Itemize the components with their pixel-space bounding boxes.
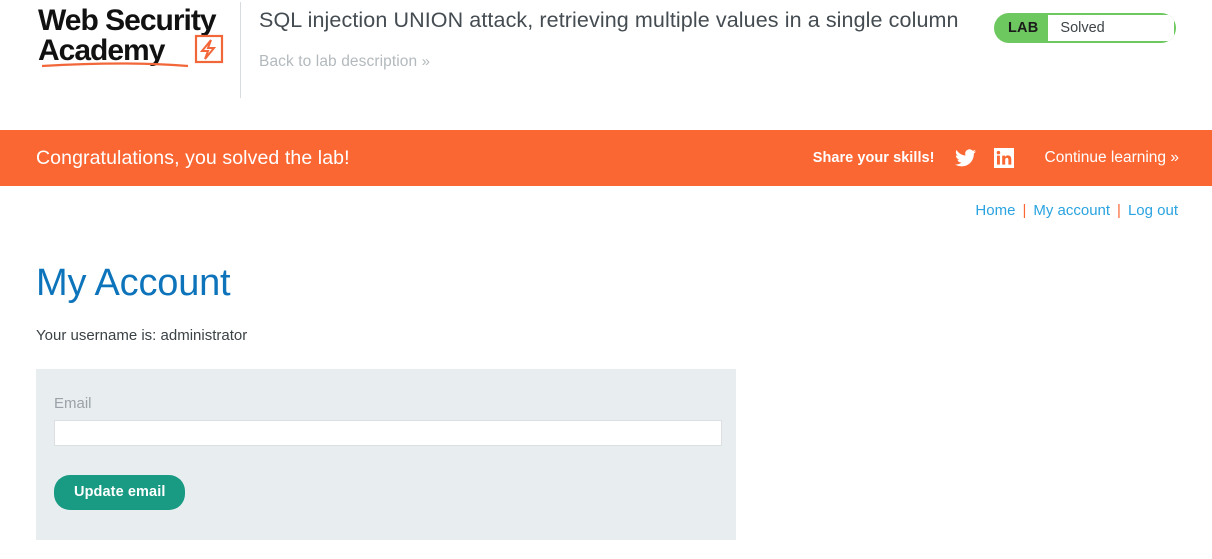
lab-tag-label: LAB bbox=[1008, 20, 1039, 36]
banner-message: Congratulations, you solved the lab! bbox=[36, 146, 350, 169]
logo-svg: Web Security Academy bbox=[38, 4, 224, 68]
back-to-lab-description-link[interactable]: Back to lab description » bbox=[259, 53, 430, 71]
update-email-form: Email Update email bbox=[36, 369, 736, 540]
share-your-skills-label: Share your skills! bbox=[812, 150, 935, 166]
banner-actions: Share your skills! Continue learning » bbox=[812, 147, 1179, 169]
header-right: LAB Solved bbox=[994, 0, 1212, 43]
continue-learning-label: Continue learning bbox=[1044, 149, 1167, 166]
username-line: Your username is: administrator bbox=[36, 327, 248, 344]
chevron-right-icon: » bbox=[421, 53, 430, 70]
chevron-right-icon: » bbox=[1170, 149, 1179, 166]
email-input[interactable] bbox=[54, 420, 722, 446]
linkedin-icon[interactable] bbox=[993, 147, 1015, 169]
lab-application-body: Home | My account | Log out My Account Your … bbox=[0, 186, 1212, 540]
content-container: Home | My account | Log out My Account Your … bbox=[0, 186, 1212, 540]
linkedin-glyph bbox=[993, 148, 1014, 168]
update-email-button[interactable]: Update email bbox=[54, 475, 186, 510]
academy-header: Web Security Academy SQL injection UNION… bbox=[0, 0, 1212, 130]
svg-text:Web Security: Web Security bbox=[38, 4, 217, 37]
lab-status-widget[interactable]: LAB Solved bbox=[994, 13, 1176, 43]
lab-title: SQL injection UNION attack, retrieving m… bbox=[259, 8, 959, 32]
svg-text:Academy: Academy bbox=[38, 34, 166, 67]
nav-separator: | bbox=[1022, 202, 1027, 219]
nav-link-home[interactable]: Home bbox=[975, 202, 1015, 219]
back-link-label: Back to lab description bbox=[259, 53, 418, 70]
page-title: My Account bbox=[36, 262, 231, 304]
web-security-academy-logo[interactable]: Web Security Academy bbox=[0, 0, 240, 70]
lab-solved-banner: Congratulations, you solved the lab! Sha… bbox=[0, 130, 1212, 186]
continue-learning-link[interactable]: Continue learning » bbox=[1044, 149, 1179, 167]
twitter-icon[interactable] bbox=[955, 147, 977, 169]
nav-link-my-account[interactable]: My account bbox=[1033, 202, 1110, 219]
header-center: SQL injection UNION attack, retrieving m… bbox=[241, 0, 994, 71]
nav-separator: | bbox=[1117, 202, 1121, 219]
twitter-bird-glyph bbox=[955, 149, 977, 167]
email-field-label: Email bbox=[54, 395, 92, 412]
nav-link-log-out[interactable]: Log out bbox=[1128, 202, 1178, 219]
account-nav-links: Home | My account | Log out bbox=[34, 186, 1178, 220]
lab-status-value: Solved bbox=[1048, 15, 1174, 41]
